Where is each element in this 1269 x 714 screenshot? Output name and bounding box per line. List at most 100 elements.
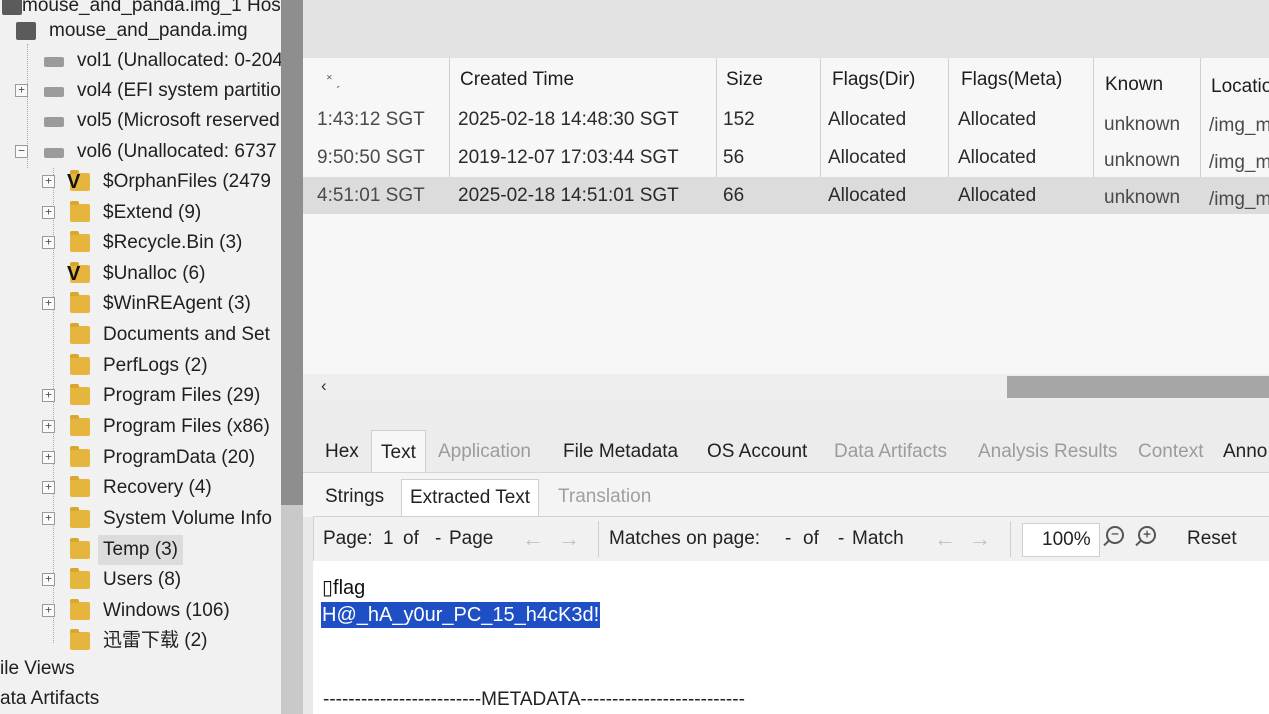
cell-size: 66: [723, 185, 745, 206]
tab-os-account[interactable]: OS Account: [707, 430, 807, 472]
selected-text[interactable]: H@_hA_y0ur_PC_15_h4cK3d!: [321, 602, 601, 628]
zoom-out-icon[interactable]: −: [1106, 526, 1124, 544]
cell-size: 152: [723, 109, 755, 130]
volume-icon: [44, 117, 64, 127]
expand-icon[interactable]: +: [42, 451, 55, 464]
tree-item-label: Program Files (29): [103, 385, 261, 406]
subtab-translation[interactable]: Translation: [558, 479, 651, 515]
folder-icon: [70, 476, 90, 497]
expand-icon[interactable]: +: [42, 512, 55, 525]
next-match-arrow-icon[interactable]: →: [969, 517, 991, 561]
matches-of-label: of: [803, 528, 819, 549]
tree-item-label: Temp (3): [98, 535, 183, 565]
next-page-arrow-icon[interactable]: →: [558, 517, 580, 561]
folder-icon: [70, 599, 90, 620]
virtual-dir-check-icon: V: [67, 171, 81, 193]
folder-icon: [70, 415, 90, 436]
cell-flags-dir: Allocated: [828, 185, 907, 206]
reset-zoom-button[interactable]: Reset: [1187, 517, 1237, 561]
scrollbar-thumb[interactable]: [1007, 376, 1269, 398]
expand-icon[interactable]: +: [42, 604, 55, 617]
tree-item-label: vol5 (Microsoft reserved: [77, 110, 280, 131]
column-header-created-time[interactable]: Created Time: [460, 58, 574, 102]
cell-known: unknown: [1104, 114, 1181, 135]
cell-flags-dir: Allocated: [828, 109, 907, 130]
expand-icon[interactable]: +: [42, 236, 55, 249]
folder-icon: [70, 384, 90, 405]
zoom-in-icon[interactable]: +: [1138, 526, 1156, 544]
tree-item-label: mouse_and_panda.img: [49, 20, 248, 41]
folder-icon: [70, 323, 90, 344]
column-header-size[interactable]: Size: [726, 58, 763, 102]
tree-item-label: ata Artifacts: [0, 688, 100, 709]
tab-data-artifacts[interactable]: Data Artifacts: [834, 430, 947, 472]
folder-icon: [70, 201, 90, 222]
folder-icon: [70, 354, 90, 375]
expand-icon[interactable]: +: [42, 389, 55, 402]
matches-current: -: [785, 528, 792, 549]
cell-modified-time: 1:43:12 SGT: [317, 109, 425, 130]
expand-icon[interactable]: +: [15, 84, 28, 97]
tree-item-label: $Recycle.Bin (3): [103, 232, 243, 253]
cell-location: /img_m: [1209, 152, 1269, 173]
expand-icon[interactable]: +: [42, 297, 55, 310]
zoom-level-field[interactable]: 100%: [1022, 523, 1100, 557]
expand-icon[interactable]: +: [42, 206, 55, 219]
collapse-icon[interactable]: −: [15, 145, 28, 158]
volume-icon: [44, 148, 64, 158]
tab-text[interactable]: Text: [371, 430, 426, 473]
metadata-separator: -------------------------METADATA-------…: [323, 689, 745, 710]
tree-item-label: $WinREAgent (3): [103, 293, 251, 314]
expand-icon[interactable]: +: [42, 420, 55, 433]
tree-item-label: $OrphanFiles (2479: [103, 171, 271, 192]
cell-created-time: 2019-12-07 17:03:44 SGT: [458, 147, 679, 168]
extracted-text-content[interactable]: ▯flag H@_hA_y0ur_PC_15_h4cK3d! ---------…: [313, 561, 1269, 714]
expand-icon[interactable]: +: [42, 481, 55, 494]
panel-divider[interactable]: [303, 400, 1269, 430]
tree-scrollbar[interactable]: [281, 0, 303, 505]
matches-unit-label: Match: [852, 528, 904, 549]
file-table: ˟ ˏ Created Time Size Flags(Dir) Flags(M…: [303, 58, 1269, 374]
tree-item-label: Windows (106): [103, 600, 230, 621]
folder-icon: [70, 568, 90, 589]
folder-icon: [70, 446, 90, 467]
prev-match-arrow-icon[interactable]: ←: [934, 517, 956, 561]
table-row-selected[interactable]: 4:51:01 SGT 2025-02-18 14:51:01 SGT 66 A…: [303, 177, 1269, 214]
tab-hex[interactable]: Hex: [325, 430, 359, 472]
folder-icon: [70, 538, 90, 559]
cell-flags-dir: Allocated: [828, 147, 907, 168]
column-header-flags-dir[interactable]: Flags(Dir): [832, 58, 915, 102]
scroll-left-icon[interactable]: ‹: [321, 374, 327, 398]
subtab-extracted-text[interactable]: Extracted Text: [401, 479, 540, 516]
expand-icon[interactable]: +: [42, 175, 55, 188]
tab-context[interactable]: Context: [1138, 430, 1203, 472]
tree-item-label: Program Files (x86): [103, 416, 270, 437]
table-row[interactable]: 1:43:12 SGT 2025-02-18 14:48:30 SGT 152 …: [303, 101, 1269, 138]
matches-total: -: [838, 528, 845, 549]
folder-icon: [70, 629, 90, 650]
cell-size: 56: [723, 147, 745, 168]
text-line: ▯flag: [322, 577, 366, 599]
tab-annotations[interactable]: Anno: [1223, 430, 1267, 472]
tree-item-label: ProgramData (20): [103, 447, 256, 468]
expand-icon[interactable]: +: [42, 573, 55, 586]
tab-application[interactable]: Application: [438, 430, 531, 472]
prev-page-arrow-icon[interactable]: ←: [522, 517, 544, 561]
tree-item-label: Users (8): [103, 569, 182, 590]
page-total: -: [435, 528, 442, 549]
cell-created-time: 2025-02-18 14:51:01 SGT: [458, 185, 679, 206]
tab-analysis-results[interactable]: Analysis Results: [978, 430, 1117, 472]
column-header-flags-meta[interactable]: Flags(Meta): [961, 58, 1062, 102]
content-viewer-tabs: Hex Text Application File Metadata OS Ac…: [303, 430, 1269, 473]
cell-modified-time: 4:51:01 SGT: [317, 185, 425, 206]
volume-icon: [44, 87, 64, 97]
tree-scrollbar-track[interactable]: [281, 505, 303, 714]
table-row[interactable]: 9:50:50 SGT 2019-12-07 17:03:44 SGT 56 A…: [303, 139, 1269, 176]
table-horizontal-scrollbar[interactable]: ‹: [303, 374, 1269, 400]
subtab-strings[interactable]: Strings: [325, 479, 384, 515]
sort-indicator-icon: ˟ ˏ: [327, 72, 341, 88]
tab-file-metadata[interactable]: File Metadata: [563, 430, 678, 472]
cell-created-time: 2025-02-18 14:48:30 SGT: [458, 109, 679, 130]
disk-image-icon: [16, 22, 36, 40]
page-of-label: of: [403, 528, 419, 549]
